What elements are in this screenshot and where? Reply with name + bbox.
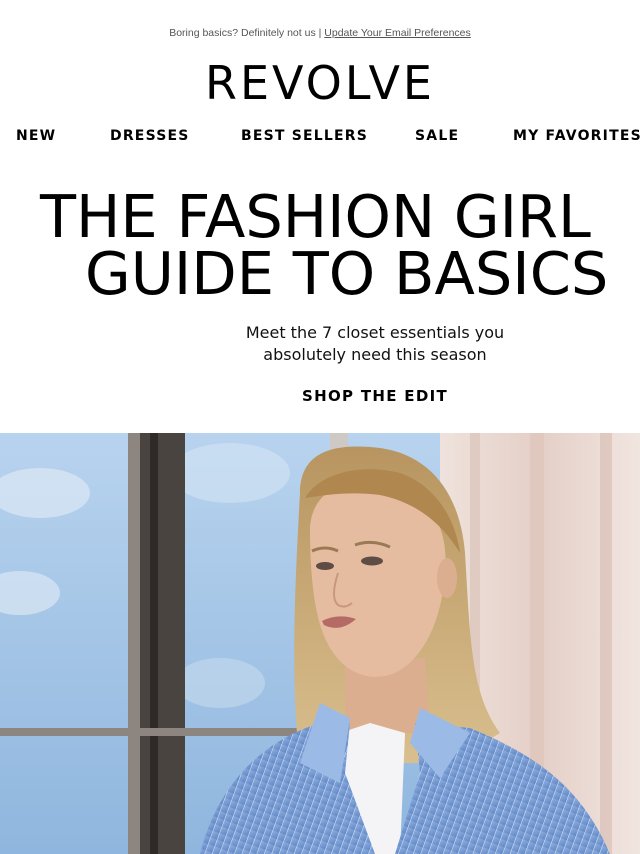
- hero-image[interactable]: [0, 433, 640, 854]
- headline-line-2: GUIDE TO BASICS: [85, 239, 609, 308]
- preheader-text: Boring basics? Definitely not us |: [169, 27, 325, 39]
- subheadline-line-2: absolutely need this season: [263, 345, 487, 364]
- revolve-logo[interactable]: REVOLVE: [0, 55, 640, 111]
- shop-the-edit-link[interactable]: SHOP THE EDIT: [175, 387, 575, 405]
- subheadline: Meet the 7 closet essentials you absolut…: [175, 322, 575, 366]
- update-email-preferences-link[interactable]: Update Your Email Preferences: [324, 27, 471, 39]
- headline-line-1: THE FASHION GIRL: [40, 188, 591, 251]
- nav-item-sale[interactable]: SALE: [415, 128, 459, 144]
- main-nav: NEW DRESSES BEST SELLERS SALE MY FAVORIT…: [0, 128, 640, 146]
- subheadline-line-1: Meet the 7 closet essentials you: [245, 323, 505, 342]
- preheader: Boring basics? Definitely not us | Updat…: [0, 27, 640, 39]
- nav-item-best-sellers[interactable]: BEST SELLERS: [241, 128, 368, 144]
- hero-photo-illustration: [0, 433, 640, 854]
- nav-item-new[interactable]: NEW: [16, 128, 56, 144]
- nav-item-dresses[interactable]: DRESSES: [110, 128, 190, 144]
- nav-item-my-favorites[interactable]: MY FAVORITES: [513, 128, 640, 144]
- headline: THE FASHION GIRL GUIDE TO BASICS: [0, 188, 640, 308]
